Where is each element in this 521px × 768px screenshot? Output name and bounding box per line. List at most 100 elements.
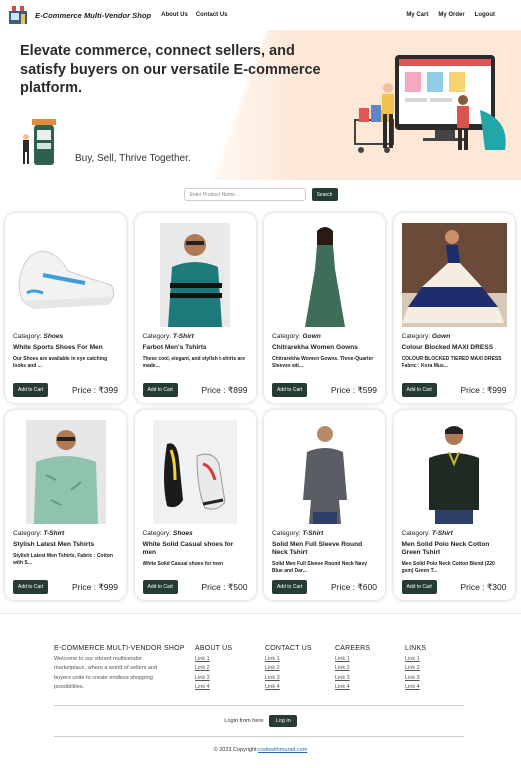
teal-tshirt-model-icon xyxy=(160,223,230,327)
login-row: Login from here Log in xyxy=(0,715,521,727)
product-image[interactable] xyxy=(13,223,118,327)
footer-link[interactable]: Link 3 xyxy=(265,674,335,683)
footer-link[interactable]: Link 1 xyxy=(265,655,335,664)
product-image[interactable] xyxy=(272,223,377,327)
product-name[interactable]: Colour Blocked MAXI DRESS xyxy=(402,344,507,352)
product-name[interactable]: Chitrarekha Women Gowns xyxy=(272,344,377,352)
footer-column-careers: CAREERS Link 1 Link 2 Link 3 Link 4 xyxy=(335,645,405,693)
footer-column-title: ABOUT US xyxy=(195,645,233,652)
product-description: Solid Men Full Sleeve Round Neck Navy Bl… xyxy=(272,561,368,574)
mint-tshirt-model-icon xyxy=(25,420,106,524)
product-name[interactable]: Farbot Men's Tshirts xyxy=(143,344,248,352)
product-description: Chitrarekha Women Gowns. Three-Quarter S… xyxy=(272,356,374,369)
copyright: © 2023 Copyright:codewithmurad.com xyxy=(213,747,308,753)
add-to-cart-button[interactable]: Add to Cart xyxy=(13,580,49,594)
product-category: Category: T-Shirt xyxy=(272,530,324,537)
hero-title: Elevate commerce, connect sellers, and s… xyxy=(20,43,321,96)
footer-divider xyxy=(54,705,464,706)
search-input[interactable] xyxy=(183,188,306,201)
footer-divider xyxy=(54,736,464,737)
footer-column-about-us: ABOUT US Link 1 Link 2 Link 3 Link 4 xyxy=(195,645,265,693)
search-bar: Search xyxy=(0,188,521,204)
product-image[interactable] xyxy=(401,223,507,327)
footer-link[interactable]: Link 1 xyxy=(335,655,405,664)
nav-about-us[interactable]: About Us xyxy=(161,12,188,18)
product-category: Category: Gown xyxy=(401,333,451,340)
product-price: Price : ₹999 xyxy=(460,384,507,395)
product-grid: Category: Shoes White Sports Shoes For M… xyxy=(5,213,516,600)
product-price: Price : ₹500 xyxy=(201,581,248,592)
product-name[interactable]: White Solid Casual shoes for men xyxy=(143,541,248,557)
product-image[interactable] xyxy=(143,420,248,524)
footer-column-title: LINKS xyxy=(405,645,427,652)
add-to-cart-button[interactable]: Add to Cart xyxy=(13,383,49,397)
product-price: Price : ₹599 xyxy=(330,384,377,395)
footer-link[interactable]: Link 2 xyxy=(265,664,335,673)
nav-my-cart[interactable]: My Cart xyxy=(406,12,428,18)
product-card: Category: Gown Colour Blocked MAXI DRESS… xyxy=(393,213,515,403)
product-category: Category: T-Shirt xyxy=(142,333,194,340)
product-name[interactable]: Men Solid Polo Neck Cotton Green Tshirt xyxy=(402,541,507,557)
product-description: Stylish Latest Men Tshirts, Fabric : Cot… xyxy=(13,553,113,566)
footer-link[interactable]: Link 4 xyxy=(335,683,405,692)
product-card: Category: T-Shirt Farbot Men's Tshirts T… xyxy=(134,213,256,403)
footer-column-title: CONTACT US xyxy=(265,645,312,652)
product-card: Category: Gown Chitrarekha Women Gowns C… xyxy=(264,213,385,403)
white-sneaker-icon xyxy=(13,223,118,327)
login-text: Login from here xyxy=(224,718,264,724)
footer-link[interactable]: Link 1 xyxy=(195,655,265,664)
product-description: COLOUR BLOCKED TIERED MAXI DRESS Fabric … xyxy=(401,356,502,369)
product-category: Category: Shoes xyxy=(13,333,64,340)
product-price: Price : ₹999 xyxy=(71,581,118,592)
product-card: Category: Shoes White Sports Shoes For M… xyxy=(5,213,126,403)
product-price: Price : ₹600 xyxy=(330,581,377,592)
hero-subtitle: Buy, Sell, Thrive Together. xyxy=(75,153,191,164)
brand-name[interactable]: E-Commerce Multi-Vendor Shop xyxy=(35,11,151,20)
footer-link[interactable]: Link 3 xyxy=(405,674,465,683)
footer-link[interactable]: Link 3 xyxy=(195,674,265,683)
footer-link[interactable]: Link 2 xyxy=(335,664,405,673)
footer-link[interactable]: Link 2 xyxy=(405,664,465,673)
add-to-cart-button[interactable]: Add to Cart xyxy=(142,383,178,397)
product-description: White Solid Casual shoes for men xyxy=(142,561,224,567)
footer-link[interactable]: Link 1 xyxy=(405,655,465,664)
product-category: Category: Shoes xyxy=(142,530,193,537)
copyright-link[interactable]: codewithmurad.com xyxy=(258,747,307,753)
nav-my-order[interactable]: My Order xyxy=(438,12,464,18)
product-image[interactable] xyxy=(402,420,507,524)
footer-link[interactable]: Link 4 xyxy=(265,683,335,692)
footer-link[interactable]: Link 2 xyxy=(195,664,265,673)
product-image[interactable] xyxy=(13,420,118,524)
add-to-cart-button[interactable]: Add to Cart xyxy=(401,580,437,594)
product-card: Category: T-Shirt Stylish Latest Men Tsh… xyxy=(5,410,126,600)
product-category: Category: Gown xyxy=(272,333,321,340)
footer: E-COMMERCE MULTI-VENDOR SHOP Welcome to … xyxy=(0,613,521,768)
product-name[interactable]: Solid Men Full Sleeve Round Neck Tshirt xyxy=(272,541,377,557)
product-price: Price : ₹399 xyxy=(71,384,118,395)
footer-link[interactable]: Link 4 xyxy=(405,683,465,692)
footer-about-column: E-COMMERCE MULTI-VENDOR SHOP Welcome to … xyxy=(54,645,195,693)
product-price: Price : ₹899 xyxy=(201,384,248,395)
product-image[interactable] xyxy=(272,420,377,524)
footer-column-contact-us: CONTACT US Link 1 Link 2 Link 3 Link 4 xyxy=(265,645,335,693)
footer-about-title: E-COMMERCE MULTI-VENDOR SHOP xyxy=(54,645,185,652)
nav-contact-us[interactable]: Contact Us xyxy=(196,12,228,18)
login-button[interactable]: Log in xyxy=(269,715,297,727)
add-to-cart-button[interactable]: Add to Cart xyxy=(401,383,437,397)
product-name[interactable]: Stylish Latest Men Tshirts xyxy=(13,541,118,549)
product-price: Price : ₹300 xyxy=(460,581,507,592)
product-card: Category: Shoes White Solid Casual shoes… xyxy=(134,410,256,600)
add-to-cart-button[interactable]: Add to Cart xyxy=(142,580,178,594)
casual-shoes-icon xyxy=(153,420,237,524)
search-button[interactable]: Search xyxy=(311,188,338,201)
product-name[interactable]: White Sports Shoes For Men xyxy=(13,344,118,352)
nav-logout[interactable]: Logout xyxy=(475,12,495,18)
footer-link[interactable]: Link 3 xyxy=(335,674,405,683)
footer-link[interactable]: Link 4 xyxy=(195,683,265,692)
product-category: Category: T-Shirt xyxy=(401,530,453,537)
footer-column-title: CAREERS xyxy=(335,645,371,652)
add-to-cart-button[interactable]: Add to Cart xyxy=(272,580,308,594)
add-to-cart-button[interactable]: Add to Cart xyxy=(272,383,308,397)
shop-logo-icon[interactable] xyxy=(6,3,30,27)
product-image[interactable] xyxy=(143,223,248,327)
